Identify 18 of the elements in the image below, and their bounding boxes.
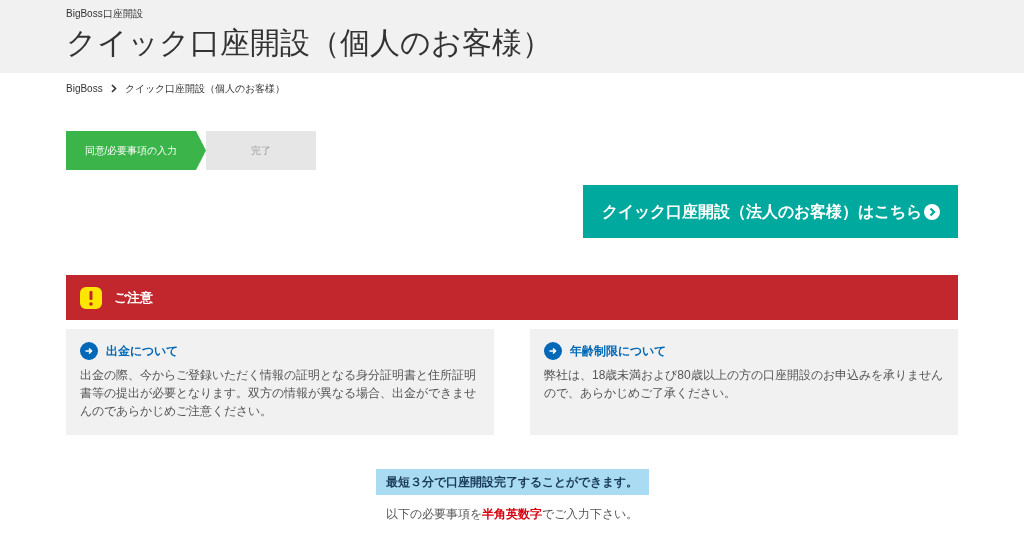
breadcrumb-link[interactable]: BigBoss (66, 81, 103, 96)
site-label: BigBoss口座開設 (66, 7, 144, 21)
card-heading: 出金について (106, 343, 178, 360)
breadcrumb-current: クイック口座開設（個人のお客様） (124, 82, 285, 96)
card-text: 出金の際、今からご登録いただく情報の証明となる身分証明書と住所証明書等の提出が必要となります。双方の情報が異なる場合、出金ができませんのであらかじめご注意ください。 (80, 367, 477, 420)
page-title: クイック口座開設（個人のお客様） (66, 25, 553, 61)
arrow-circle-icon (923, 203, 940, 220)
card-text: 弊社は、18歳未満および80歳以上の方の口座開設のお申込みを承りませんので、あらかじめご了承ください。 (544, 367, 944, 402)
arrow-circle-icon (544, 342, 562, 360)
arrow-circle-icon (80, 342, 98, 360)
instruction-text: 以下の必要事項を半角英数字でご入力下さい。 (385, 506, 639, 523)
notice-title: ご注意 (114, 288, 153, 307)
warning-icon (80, 286, 102, 309)
info-banner: 最短３分で口座開設完了することができます。 (375, 469, 649, 495)
progress-step: 完了 (206, 131, 316, 170)
progress-step: 同意/必要事項の入力 (66, 131, 206, 170)
card-heading: 年齢制限について (570, 343, 666, 360)
chevron-icon (110, 84, 117, 93)
